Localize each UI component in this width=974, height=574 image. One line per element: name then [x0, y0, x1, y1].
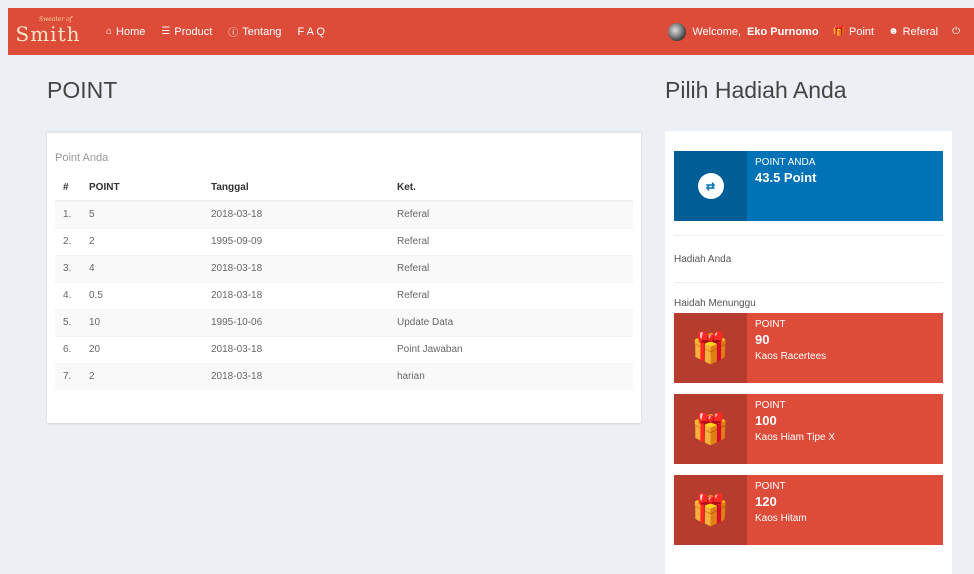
avatar: [668, 22, 687, 41]
page-title: POINT: [47, 77, 118, 103]
col-tanggal: Tanggal: [203, 174, 389, 202]
gift-icon: 🎁: [691, 412, 730, 446]
nav-point[interactable]: 🎁 Point: [833, 26, 875, 38]
cell-ket: Update Data: [389, 308, 633, 336]
cell-number: 1.: [55, 200, 81, 228]
table-row: 5. 10 1995-10-06 Update Data: [55, 308, 633, 336]
nav-home-label: Home: [116, 25, 146, 38]
table-row: 6. 20 2018-03-18 Point Jawaban: [55, 335, 633, 363]
nav-tentang[interactable]: ⓘ Tentang: [228, 24, 282, 40]
cell-number: 2.: [55, 227, 81, 255]
reward-label: POINT: [755, 400, 786, 411]
reward-label: POINT: [755, 481, 786, 492]
cell-point: 4: [81, 254, 203, 282]
cell-tanggal: 2018-03-18: [203, 281, 389, 309]
nav-product-label: Product: [174, 25, 213, 38]
cell-ket: Referal: [389, 200, 633, 228]
gift-icon: 🎁: [832, 26, 845, 37]
side-title: Pilih Hadiah Anda: [665, 77, 847, 103]
nav-point-label: Point: [849, 25, 875, 38]
cell-ket: Referal: [389, 281, 633, 309]
cell-point: 10: [81, 308, 203, 336]
reward-card[interactable]: 🎁 POINT 100 Kaos Hiam Tipe X: [674, 394, 943, 464]
reward-card[interactable]: 🎁 POINT 120 Kaos Hitam: [674, 475, 943, 545]
reward-card[interactable]: 🎁 POINT 90 Kaos Racertees: [674, 313, 943, 383]
col-ket: Ket.: [389, 174, 633, 202]
hadiah-menunggu-label: Haidah Menunggu: [674, 298, 756, 309]
nav-referal[interactable]: ☻ Referal: [888, 26, 938, 38]
cell-number: 7.: [55, 362, 81, 390]
box-title: Point Anda: [55, 152, 109, 164]
point-table: # POINT Tanggal Ket. 1. 5 2018-03-18 Ref…: [55, 174, 633, 390]
cell-number: 5.: [55, 308, 81, 336]
nav-home[interactable]: ⌂ Home: [106, 26, 145, 38]
nav-tentang-label: Tentang: [242, 25, 282, 38]
cell-number: 4.: [55, 281, 81, 309]
brand-name: Smith: [15, 21, 81, 46]
cell-tanggal: 2018-03-18: [203, 254, 389, 282]
gift-icon: 🎁: [691, 493, 730, 527]
hadiah-anda-label: Hadiah Anda: [674, 254, 732, 265]
col-number: #: [55, 174, 81, 202]
top-navbar: Sweater of Smith ⌂ Home ☰ Product ⓘ Tent…: [8, 8, 974, 55]
user-name: Eko Purnomo: [747, 25, 819, 38]
table-row: 1. 5 2018-03-18 Referal: [55, 200, 633, 228]
cell-tanggal: 2018-03-18: [203, 200, 389, 228]
cell-point: 0.5: [81, 281, 203, 309]
user-menu[interactable]: Welcome, Eko Purnomo: [668, 22, 819, 41]
reward-name: Kaos Hiam Tipe X: [755, 432, 836, 443]
nav-faq-label: F A Q: [297, 25, 325, 38]
brand-tagline: Sweater of: [39, 16, 72, 23]
point-table-box: Point Anda # POINT Tanggal Ket. 1. 5 201…: [47, 131, 641, 423]
user-plus-icon: ☻: [888, 26, 899, 37]
table-row: 7. 2 2018-03-18 harian: [55, 362, 633, 390]
cell-number: 3.: [55, 254, 81, 282]
table-row: 2. 2 1995-09-09 Referal: [55, 227, 633, 255]
reward-name: Kaos Hitam: [755, 513, 807, 524]
cell-tanggal: 2018-03-18: [203, 335, 389, 363]
point-box-icon-area: ⇄: [674, 151, 747, 221]
cell-ket: harian: [389, 362, 633, 390]
nav-faq[interactable]: F A Q: [297, 26, 325, 38]
gift-icon: 🎁: [691, 331, 730, 365]
cell-number: 6.: [55, 335, 81, 363]
home-icon: ⌂: [106, 26, 113, 37]
exchange-icon: ⇄: [697, 173, 724, 199]
table-row: 3. 4 2018-03-18 Referal: [55, 254, 633, 282]
info-icon: ⓘ: [228, 28, 239, 39]
cell-point: 20: [81, 335, 203, 363]
cell-ket: Referal: [389, 227, 633, 255]
cell-point: 5: [81, 200, 203, 228]
divider: [674, 282, 943, 283]
reward-points: 120: [755, 494, 777, 509]
point-anda-value: 43.5 Point: [755, 170, 817, 185]
welcome-prefix: Welcome,: [692, 25, 742, 38]
divider: [674, 235, 943, 236]
power-icon: ⏻: [952, 26, 960, 37]
reward-name: Kaos Racertees: [755, 351, 827, 362]
reward-label: POINT: [755, 319, 786, 330]
cell-ket: Point Jawaban: [389, 335, 633, 363]
nav-product[interactable]: ☰ Product: [161, 26, 212, 38]
nav-referal-label: Referal: [902, 25, 939, 38]
col-point: POINT: [81, 174, 203, 202]
cell-ket: Referal: [389, 254, 633, 282]
point-anda-box: ⇄ POINT ANDA 43.5 Point: [674, 151, 943, 221]
cell-tanggal: 1995-09-09: [203, 227, 389, 255]
cell-tanggal: 1995-10-06: [203, 308, 389, 336]
cell-tanggal: 2018-03-18: [203, 362, 389, 390]
reward-panel: ⇄ POINT ANDA 43.5 Point Hadiah Anda Haid…: [665, 131, 952, 574]
table-row: 4. 0.5 2018-03-18 Referal: [55, 281, 633, 309]
logout-button[interactable]: ⏻: [952, 26, 960, 37]
reward-points: 90: [755, 332, 770, 347]
brand-logo[interactable]: Sweater of Smith: [8, 8, 88, 55]
cell-point: 2: [81, 227, 203, 255]
cell-point: 2: [81, 362, 203, 390]
list-icon: ☰: [161, 26, 171, 37]
point-anda-label: POINT ANDA: [755, 157, 816, 168]
reward-points: 100: [755, 413, 777, 428]
table-header-row: # POINT Tanggal Ket.: [55, 174, 633, 202]
